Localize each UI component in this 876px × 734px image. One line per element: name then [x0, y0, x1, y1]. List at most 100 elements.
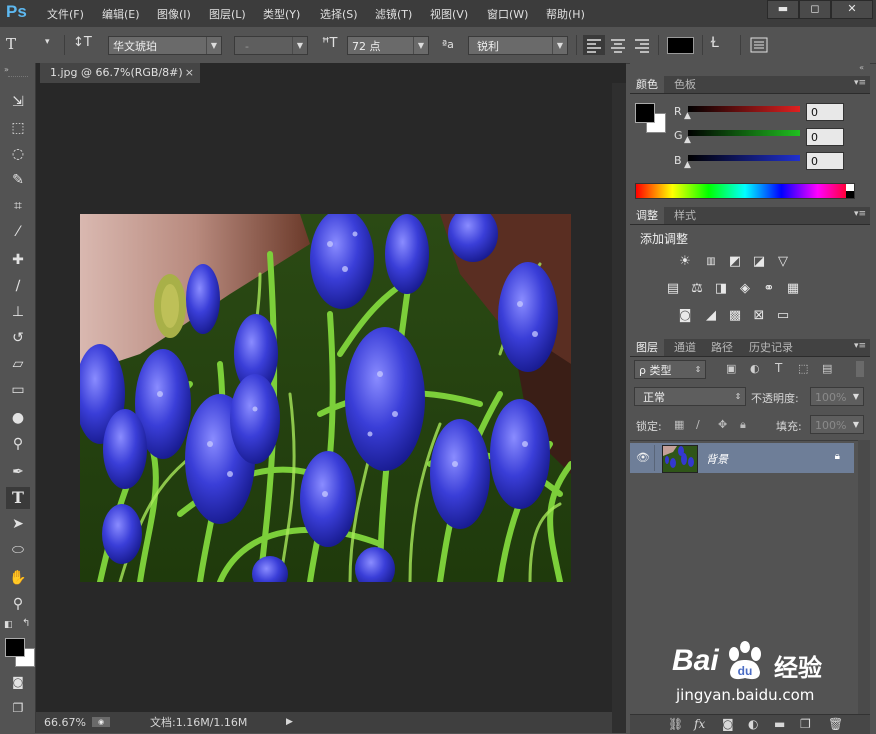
status-menu-arrow-icon[interactable]: ▶ [286, 712, 293, 733]
foreground-color-swatch[interactable] [5, 638, 25, 657]
panel-menu-icon[interactable]: ▾≡ [854, 341, 866, 351]
slider-handle-icon[interactable]: ▲ [684, 160, 691, 170]
menu-window[interactable]: 窗口(W) [487, 6, 528, 22]
move-tool-icon[interactable]: ⇲ [6, 91, 30, 113]
gradient-map-icon[interactable]: ▭ [774, 308, 792, 324]
layer-thumbnail[interactable] [662, 445, 698, 473]
tab-color[interactable]: 颜色 [630, 76, 664, 93]
color-lookup-icon[interactable]: ▦ [784, 281, 802, 297]
align-right-button[interactable] [631, 35, 653, 55]
hue-saturation-icon[interactable]: ▤ [664, 281, 682, 297]
adjustment-filter-icon[interactable]: ◐ [750, 362, 760, 375]
toggle-orientation-icon[interactable]: ↕T [73, 35, 92, 50]
brightness-contrast-icon[interactable]: ☀ [676, 254, 694, 270]
screen-mode-icon[interactable]: ❐ [6, 697, 30, 719]
character-panel-button[interactable] [750, 37, 768, 53]
blue-channel-value[interactable]: 0 [806, 152, 844, 170]
menu-filter[interactable]: 滤镜(T) [375, 6, 412, 22]
close-button[interactable]: ✕ [831, 0, 873, 19]
tab-history[interactable]: 历史记录 [743, 339, 799, 356]
layer-row[interactable]: 👁︎ 背景 🔒︎ [630, 443, 854, 473]
path-selection-tool-icon[interactable]: ➤ [6, 513, 30, 535]
levels-icon[interactable]: ▥ [702, 254, 720, 270]
history-brush-tool-icon[interactable]: ↺ [6, 327, 30, 349]
type-tool-icon[interactable]: T [6, 487, 30, 509]
filter-toggle[interactable] [856, 361, 864, 377]
channel-mixer-icon[interactable]: ⚭ [760, 281, 778, 297]
pixel-filter-icon[interactable]: ▣ [726, 362, 736, 375]
antialias-select[interactable]: 锐利 ▼ [468, 36, 568, 55]
quick-selection-tool-icon[interactable]: ✎ [6, 169, 30, 191]
hand-tool-icon[interactable]: ✋ [6, 567, 30, 589]
tab-adjustments[interactable]: 调整 [630, 207, 664, 224]
black-white-icon[interactable]: ◨ [712, 281, 730, 297]
fill-field[interactable]: 100% ▼ [810, 415, 864, 434]
collapse-panels-icon[interactable]: « [859, 63, 864, 72]
green-channel-value[interactable]: 0 [806, 128, 844, 146]
text-tool-preset-icon[interactable]: T [6, 35, 16, 53]
panel-menu-icon[interactable]: ▾≡ [854, 209, 866, 219]
menu-view[interactable]: 视图(V) [430, 6, 468, 22]
layer-name[interactable]: 背景 [706, 451, 728, 467]
tab-layers[interactable]: 图层 [630, 339, 664, 356]
tab-swatches[interactable]: 色板 [668, 76, 702, 93]
pen-tool-icon[interactable]: ✒ [6, 461, 30, 483]
selective-color-icon[interactable]: ⊠ [750, 308, 768, 324]
healing-brush-tool-icon[interactable]: ✚ [6, 249, 30, 271]
invert-icon[interactable]: ◙ [676, 308, 694, 324]
slider-handle-icon[interactable]: ▲ [684, 135, 691, 145]
document-tab[interactable]: 1.jpg @ 66.7%(RGB/8#) × [40, 63, 200, 83]
eye-visibility-icon[interactable]: 👁︎ [636, 451, 650, 464]
photo-filter-icon[interactable]: ◈ [736, 281, 754, 297]
color-spectrum-ramp[interactable] [635, 183, 855, 199]
blue-channel-slider[interactable] [688, 155, 800, 161]
smart-object-filter-icon[interactable]: ▤ [822, 362, 832, 375]
align-left-button[interactable] [583, 35, 605, 55]
ellipse-tool-icon[interactable]: ⬭ [6, 539, 30, 561]
menu-image[interactable]: 图像(I) [157, 6, 191, 22]
blend-mode-select[interactable]: 正常 ⇕ [634, 387, 746, 406]
threshold-icon[interactable]: ▩ [726, 308, 744, 324]
align-center-button[interactable] [607, 35, 629, 55]
exposure-icon[interactable]: ◪ [750, 254, 768, 270]
tab-channels[interactable]: 通道 [668, 339, 702, 356]
black-swatch[interactable] [846, 191, 854, 198]
menu-layer[interactable]: 图层(L) [209, 6, 246, 22]
shape-filter-icon[interactable]: ⬚ [798, 362, 808, 375]
green-channel-slider[interactable] [688, 130, 800, 136]
marquee-tool-icon[interactable]: ⬚ [6, 117, 30, 139]
lasso-tool-icon[interactable]: ◌ [6, 143, 30, 165]
lock-all-icon[interactable]: 🔒︎ [740, 418, 746, 432]
preset-arrow-icon[interactable]: ▾ [45, 37, 50, 47]
font-style-select[interactable]: - ▼ [234, 36, 308, 55]
panel-menu-icon[interactable]: ▾≡ [854, 78, 866, 88]
posterize-icon[interactable]: ◢ [702, 308, 720, 324]
type-filter-icon[interactable]: T [775, 361, 782, 375]
color-panel-foreground-swatch[interactable] [635, 103, 655, 123]
menu-type[interactable]: 类型(Y) [263, 6, 300, 22]
toolbox-grip[interactable] [8, 76, 28, 79]
maximize-button[interactable]: ◻ [799, 0, 831, 19]
eraser-tool-icon[interactable]: ▱ [6, 353, 30, 375]
crop-tool-icon[interactable]: ⌗ [6, 195, 30, 217]
menu-edit[interactable]: 编辑(E) [102, 6, 140, 22]
blur-tool-icon[interactable]: ● [6, 407, 30, 429]
zoom-level[interactable]: 66.67% [44, 712, 86, 733]
menu-file[interactable]: 文件(F) [47, 6, 84, 22]
image-canvas[interactable] [80, 214, 571, 582]
font-family-select[interactable]: 华文琥珀 ▼ [108, 36, 222, 55]
quick-mask-icon[interactable]: ◙ [6, 671, 30, 693]
status-info-icon[interactable]: ◉ [92, 717, 110, 727]
white-swatch[interactable] [846, 184, 854, 191]
default-colors-icon[interactable]: ◧ [4, 620, 13, 630]
minimize-button[interactable]: ▬ [767, 0, 799, 19]
tab-styles[interactable]: 样式 [668, 207, 702, 224]
lock-position-icon[interactable]: ✥ [718, 418, 727, 431]
red-channel-value[interactable]: 0 [806, 103, 844, 121]
menu-select[interactable]: 选择(S) [320, 6, 358, 22]
curves-icon[interactable]: ◩ [726, 254, 744, 270]
lock-image-icon[interactable]: ∕ [696, 418, 700, 431]
color-balance-icon[interactable]: ⚖ [688, 281, 706, 297]
collapse-toolbox-icon[interactable]: » [4, 65, 9, 74]
menu-help[interactable]: 帮助(H) [546, 6, 585, 22]
